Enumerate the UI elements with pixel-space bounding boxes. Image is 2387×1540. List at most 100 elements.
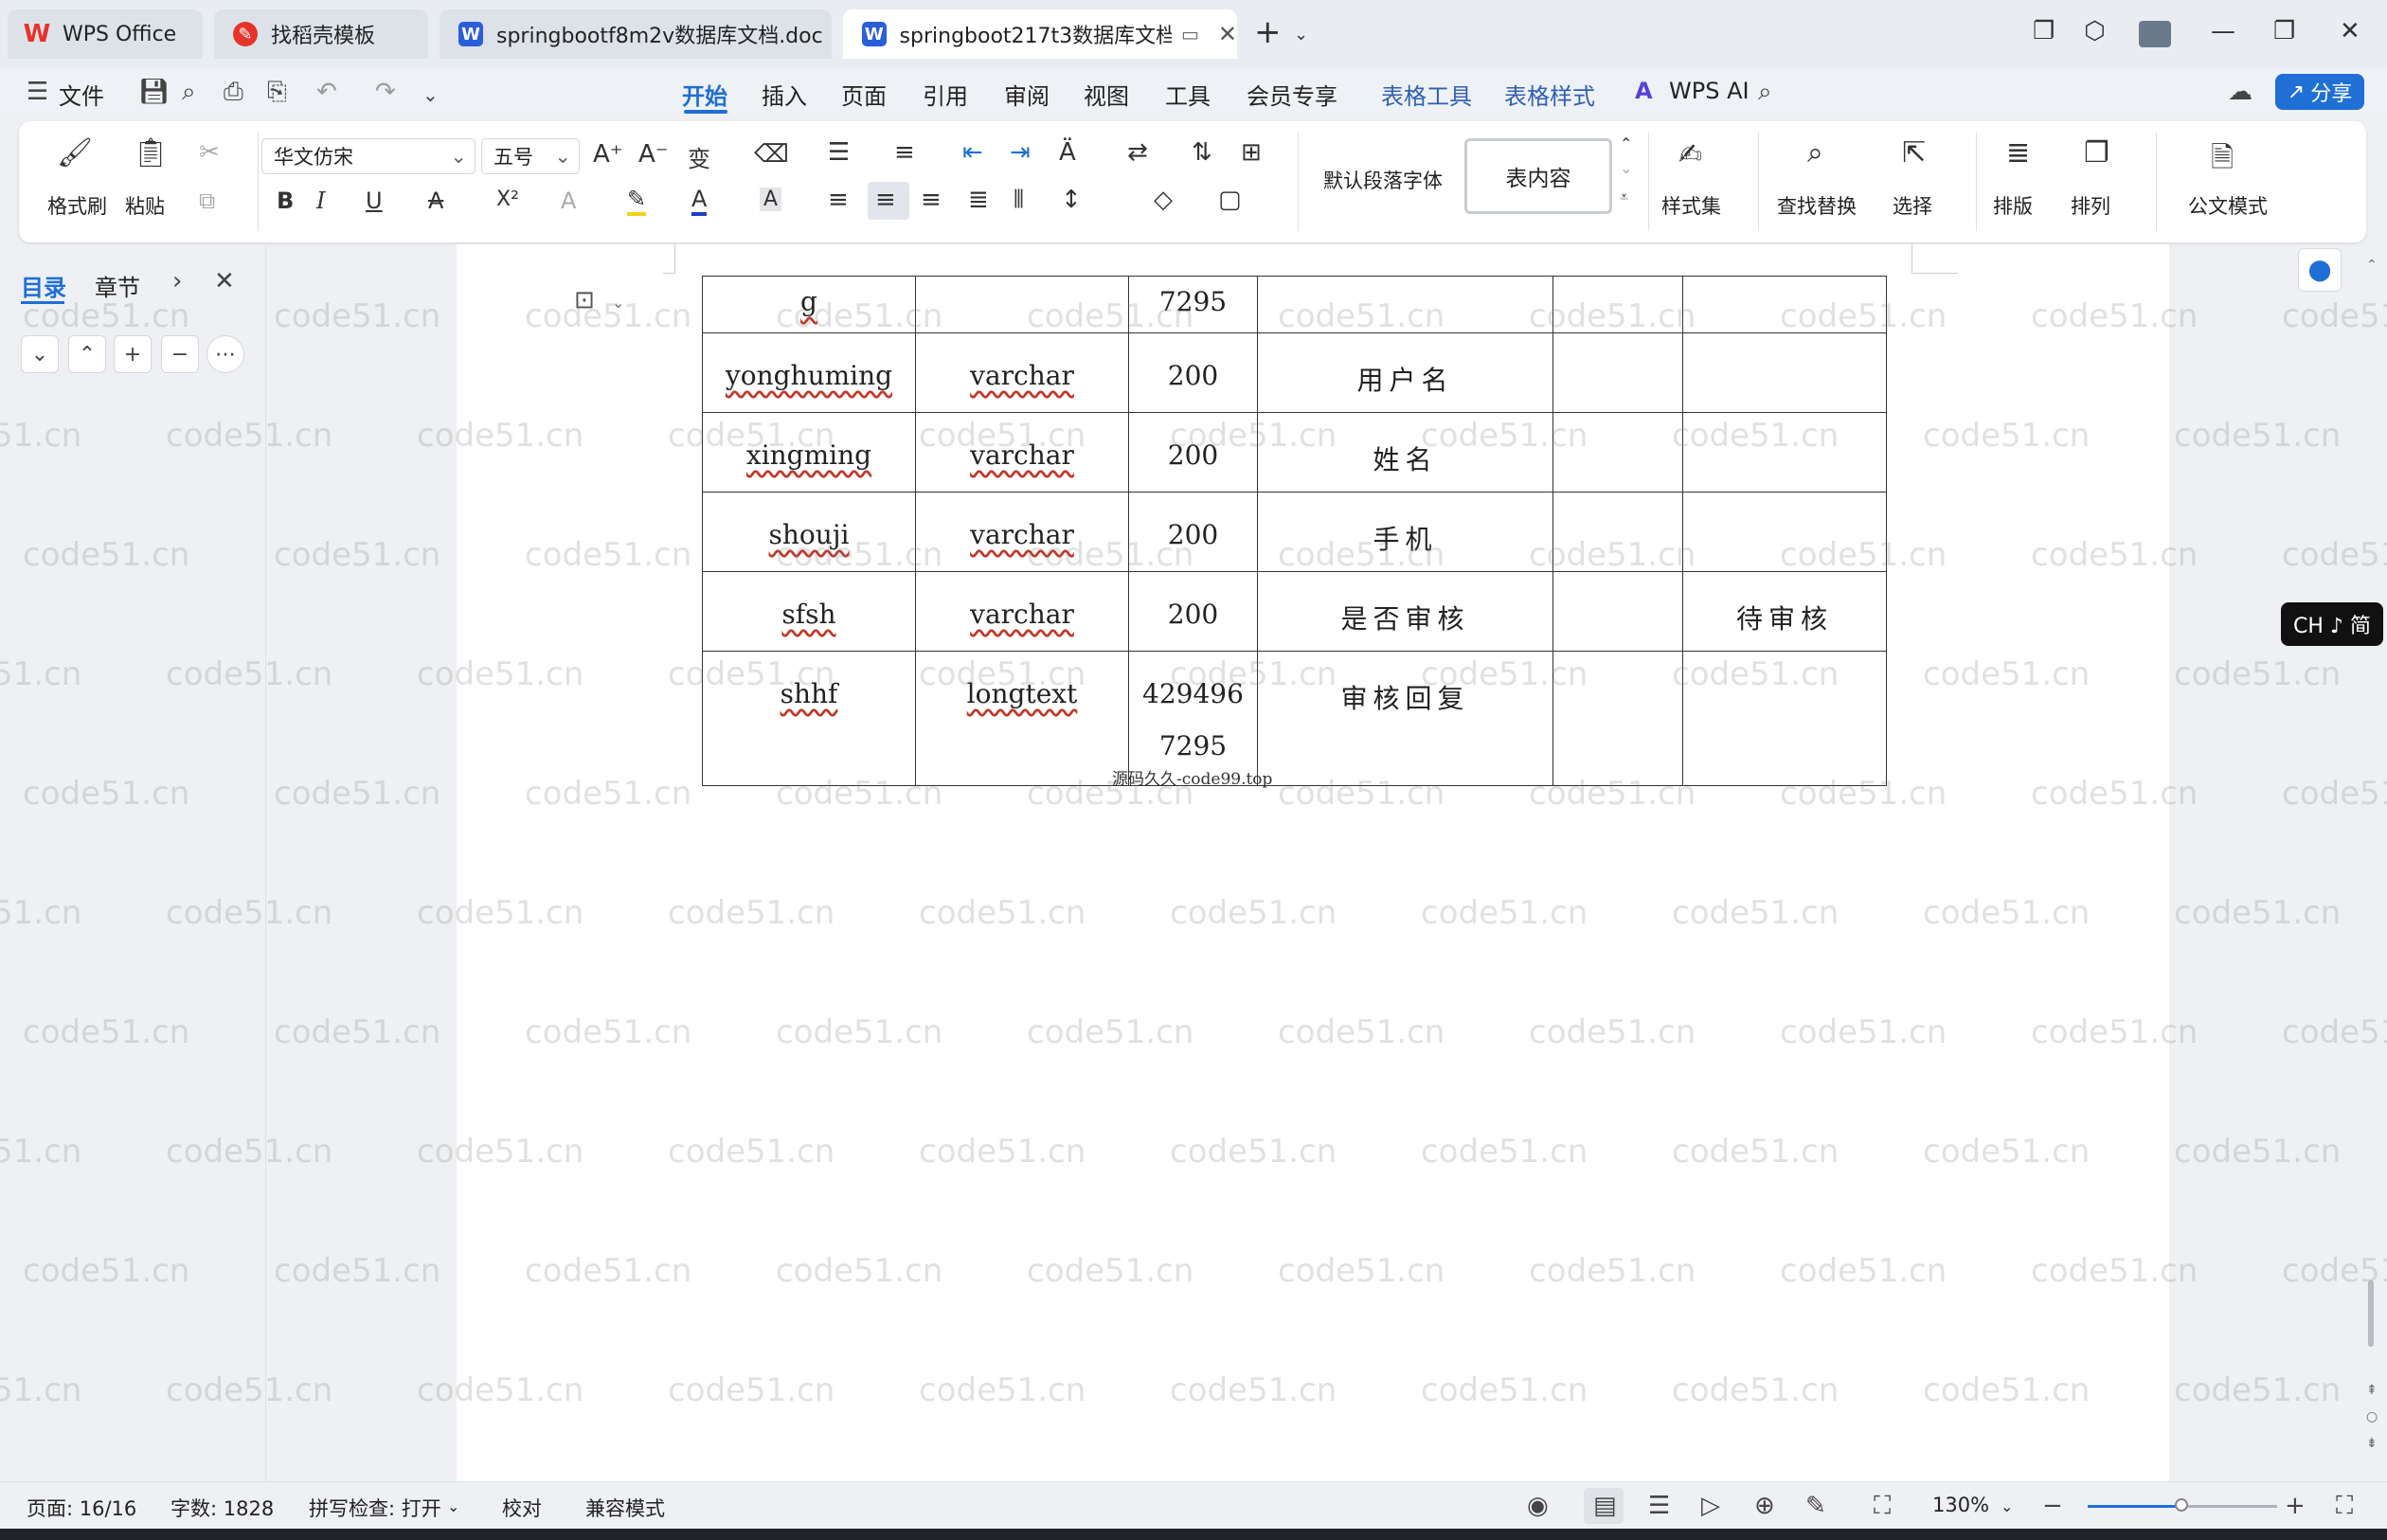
table-move-handle-icon[interactable]: ⊡ [574, 286, 595, 314]
chevron-right-icon[interactable]: › [172, 267, 182, 295]
highlight-icon[interactable]: ✎ [627, 186, 647, 216]
align-center-icon[interactable]: ≡ [875, 186, 896, 214]
style-table-content-selected[interactable]: 表内容 [1464, 138, 1612, 214]
table-cell[interactable] [1682, 276, 1887, 333]
proofread-button[interactable]: 校对 [502, 1494, 542, 1522]
menu-wps-ai[interactable]: WPS AI [1669, 78, 1750, 104]
table-cell[interactable] [1552, 492, 1683, 572]
table-cell[interactable] [1682, 492, 1887, 572]
collapse-all-button[interactable]: − [161, 335, 199, 373]
prev-page-icon[interactable]: ⇞ [2366, 1383, 2378, 1398]
new-tab-icon[interactable]: + [1254, 13, 1282, 51]
border-icon[interactable]: ▢ [1218, 186, 1242, 214]
table-cell[interactable]: g [702, 276, 916, 333]
table-cell[interactable]: 200 [1128, 492, 1258, 572]
location-pin-icon[interactable]: ⬤ [2298, 248, 2342, 292]
style-scroll-down-icon[interactable]: ⌄ [1620, 159, 1632, 177]
page-indicator[interactable]: 页面: 16/16 [27, 1494, 136, 1522]
chevron-down-icon[interactable]: ⌄ [447, 1497, 459, 1515]
table-cell[interactable] [1552, 332, 1683, 413]
tab-toc[interactable]: 目录 [21, 269, 66, 302]
menu-tab-table-tools[interactable]: 表格工具 [1381, 78, 1472, 111]
zoom-slider[interactable] [2088, 1498, 2277, 1512]
format-icon[interactable]: ⌕ [182, 78, 196, 107]
share-button[interactable]: ↗ 分享 [2275, 74, 2364, 110]
page-view-icon[interactable]: ▤ [1593, 1492, 1617, 1520]
menu-tab-insert[interactable]: 插入 [762, 78, 807, 111]
paste-button[interactable]: 粘贴 [125, 191, 165, 220]
vertical-scrollbar[interactable]: ⌃ ⇞ ○ ⇟ [2362, 248, 2381, 1476]
more-options-button[interactable]: ⋯ [206, 335, 244, 373]
next-page-icon[interactable]: ⇟ [2366, 1436, 2378, 1451]
chevron-down-icon[interactable]: ⌄ [612, 294, 624, 312]
print-preview-icon[interactable]: ⎘ [267, 78, 287, 107]
arrange-button[interactable]: 排列 [2071, 191, 2110, 220]
tab-chapter[interactable]: 章节 [95, 269, 140, 302]
table-cell[interactable] [1682, 332, 1887, 413]
table-cell[interactable]: 待审核 [1682, 571, 1887, 652]
style-scroll-up-icon[interactable]: ⌃ [1620, 134, 1632, 152]
numbered-list-icon[interactable]: ≡ [894, 138, 915, 167]
table-cell[interactable]: xingming [702, 412, 916, 492]
layout-button[interactable]: 排版 [1993, 191, 2033, 220]
table-cell[interactable] [1552, 276, 1683, 333]
tab-wps-office[interactable]: W WPS Office [8, 9, 203, 59]
close-window-icon[interactable]: ✕ [2340, 17, 2360, 45]
menu-lines-icon[interactable]: ☰ [27, 78, 48, 106]
menu-tab-table-style[interactable]: 表格样式 [1504, 78, 1595, 111]
scrollbar-thumb[interactable] [2368, 1280, 2374, 1347]
table-cell[interactable] [1257, 276, 1553, 333]
cut-icon[interactable]: ✂ [199, 138, 220, 167]
avatar[interactable] [2139, 21, 2171, 47]
browse-object-icon[interactable]: ○ [2366, 1409, 2378, 1424]
collapse-up-button[interactable]: ⌃ [68, 335, 106, 373]
text-direction-icon[interactable]: Ä [1059, 138, 1076, 167]
table-cell[interactable]: shhf [702, 651, 916, 786]
table-cell[interactable]: 200 [1128, 332, 1258, 413]
chevron-down-icon[interactable]: ⌄ [422, 83, 439, 106]
pen-icon[interactable]: ✎ [1805, 1492, 1826, 1520]
font-size-select[interactable]: 五号 ⌄ [481, 138, 580, 174]
sort-icon[interactable]: ⇅ [1192, 138, 1212, 167]
find-replace-button[interactable]: 查找替换 [1777, 191, 1857, 220]
line-break-icon[interactable]: ⇄ [1127, 138, 1148, 167]
expand-all-button[interactable]: + [114, 335, 152, 373]
char-shading-icon[interactable]: A [760, 188, 782, 211]
menu-tab-tools[interactable]: 工具 [1165, 78, 1211, 111]
chevron-down-icon[interactable]: ⌄ [1294, 25, 1308, 45]
save-icon[interactable]: 💾︎ [138, 78, 170, 106]
cloud-upload-icon[interactable]: ☁ [2228, 78, 2252, 106]
paste-icon[interactable]: 📋︎ [133, 136, 169, 170]
font-shrink-icon[interactable]: A⁻ [638, 140, 669, 169]
layout-icon[interactable]: ≣ [2006, 136, 2030, 170]
line-spacing-icon[interactable]: ↕ [1061, 186, 1082, 214]
close-panel-icon[interactable]: ✕ [214, 267, 235, 295]
table-cell[interactable]: longtext [915, 651, 1129, 786]
cube-icon[interactable]: ⬡ [2084, 17, 2106, 45]
select-cursor-icon[interactable]: ⇱ [1902, 136, 1926, 170]
table-cell[interactable]: yonghuming [702, 332, 916, 413]
undo-icon[interactable]: ↶ [316, 78, 337, 106]
chevron-down-icon[interactable]: ⌄ [2001, 1497, 2013, 1515]
table-cell[interactable]: shouji [702, 492, 916, 572]
tab-docer[interactable]: ✎ 找稻壳模板 [214, 9, 428, 59]
zoom-level[interactable]: 130% [1932, 1494, 1989, 1516]
menu-tab-page[interactable]: 页面 [841, 78, 887, 111]
format-painter-icon[interactable]: 🖌︎ [57, 136, 93, 170]
menu-tab-start[interactable]: 开始 [682, 78, 727, 111]
table-cell[interactable] [1682, 412, 1887, 492]
web-view-icon[interactable]: ⊕ [1754, 1492, 1775, 1520]
table-cell[interactable]: 审核回复 [1257, 651, 1553, 786]
style-expand-icon[interactable]: ⩡ [1620, 188, 1628, 206]
decrease-indent-icon[interactable]: ⇤ [962, 138, 983, 167]
play-icon[interactable]: ▷ [1701, 1492, 1720, 1520]
font-grow-icon[interactable]: A⁺ [593, 140, 623, 169]
eye-icon[interactable]: ◉ [1527, 1492, 1549, 1520]
bold-icon[interactable]: B [277, 188, 294, 214]
table-cell[interactable]: 姓名 [1257, 412, 1553, 492]
style-set-icon[interactable]: ✍︎ [1678, 138, 1702, 171]
menu-tab-view[interactable]: 视图 [1084, 78, 1129, 111]
word-count[interactable]: 字数: 1828 [170, 1494, 274, 1522]
table-cell[interactable]: 7295 [1128, 276, 1258, 333]
table-cell[interactable]: varchar [915, 332, 1129, 413]
